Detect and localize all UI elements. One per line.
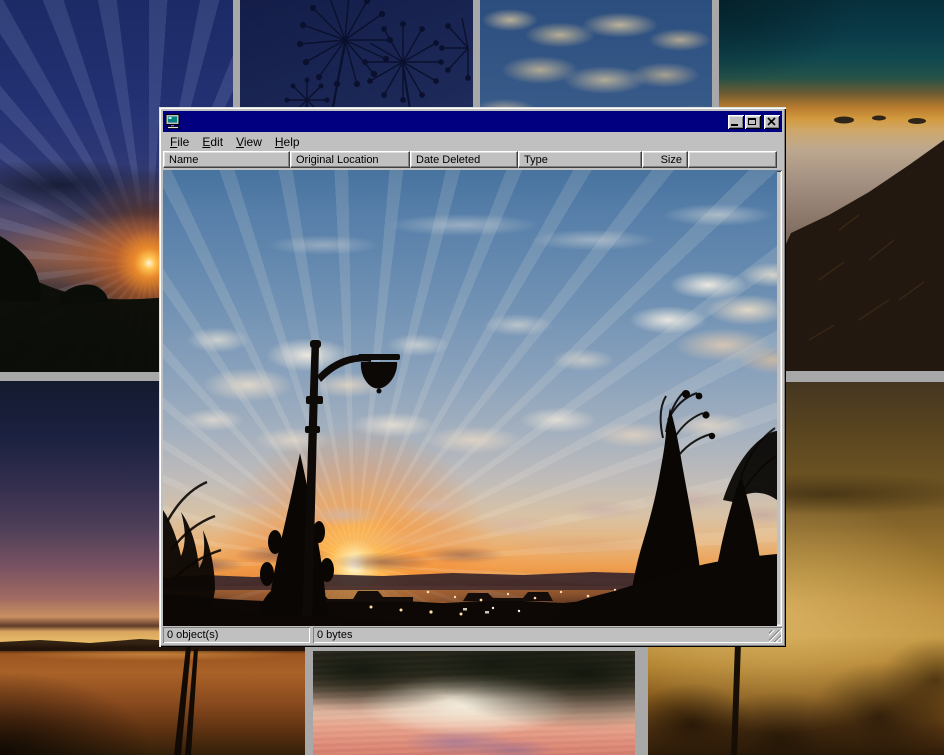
column-header-size[interactable]: Size [642, 151, 688, 168]
status-bar: 0 object(s) 0 bytes [163, 627, 782, 643]
maximize-icon [748, 118, 756, 125]
column-header-row: NameOriginal LocationDate DeletedTypeSiz… [163, 151, 782, 170]
photo-tile-water-reflection [313, 651, 635, 755]
menu-bar: FileEditViewHelp [163, 133, 782, 151]
close-button[interactable] [764, 115, 780, 129]
status-objects: 0 object(s) [163, 627, 310, 643]
minimize-button[interactable] [728, 115, 744, 129]
menu-view[interactable]: View [230, 134, 269, 151]
column-header-type[interactable]: Type [518, 151, 642, 168]
column-header-blank[interactable] [688, 151, 777, 168]
status-size: 0 bytes [313, 627, 782, 643]
silhouettes-layer [163, 170, 777, 626]
recycle-bin-window: FileEditViewHelp NameOriginal LocationDa… [159, 107, 786, 647]
menu-edit[interactable]: Edit [196, 134, 230, 151]
maximize-button[interactable] [745, 115, 761, 129]
menu-help[interactable]: Help [269, 134, 307, 151]
title-bar[interactable] [163, 111, 782, 132]
column-header-name[interactable]: Name [163, 151, 290, 168]
file-list-viewport[interactable] [163, 170, 782, 626]
desktop: { "desktop": { "background_color": "#a8a… [0, 0, 944, 755]
minimize-icon [731, 124, 738, 126]
menu-file[interactable]: File [164, 134, 196, 151]
column-header-date-deleted[interactable]: Date Deleted [410, 151, 518, 168]
close-icon [767, 117, 776, 126]
column-header-original-location[interactable]: Original Location [290, 151, 410, 168]
pole-silhouette [731, 645, 741, 755]
resize-grip[interactable] [769, 630, 781, 642]
window-computer-icon [165, 114, 181, 129]
